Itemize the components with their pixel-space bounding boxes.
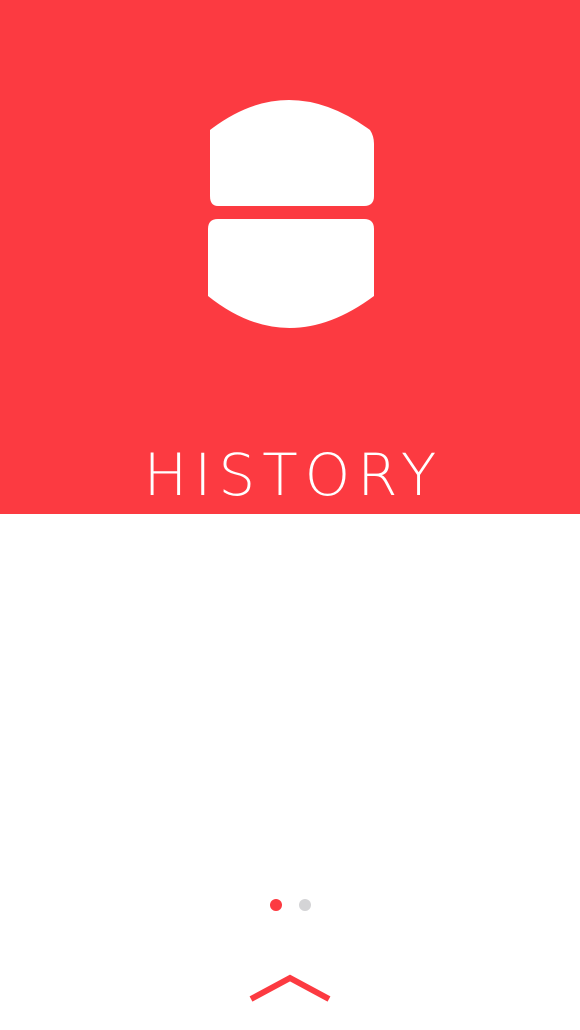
page-indicator [0, 899, 580, 911]
history-screen: HISTORY [0, 0, 580, 1030]
content-area [0, 514, 580, 874]
chevron-up-icon[interactable] [245, 966, 335, 1006]
page-dot-2[interactable] [298, 899, 311, 911]
hero-banner: HISTORY [0, 0, 580, 514]
history-book-icon [208, 100, 374, 328]
section-title: HISTORY [143, 441, 444, 509]
page-dot-1-active[interactable] [269, 899, 282, 911]
